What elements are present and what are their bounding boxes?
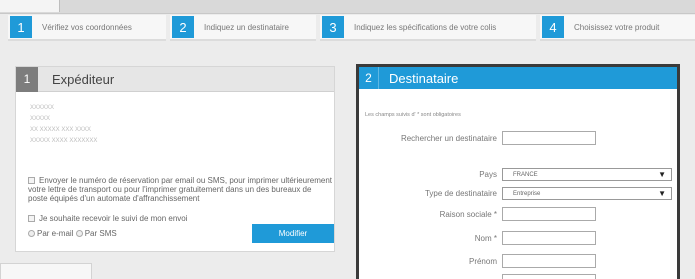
prenom-label: Prénom — [468, 256, 497, 266]
nom-row: Nom * — [359, 231, 596, 245]
modifier-button[interactable]: Modifier — [252, 224, 334, 243]
next-field-input[interactable] — [502, 274, 596, 279]
step-tabs: 1 Vérifiez vos coordonnées 2 Indiquez un… — [8, 15, 695, 41]
pays-select[interactable]: FRANCE ▼ — [502, 168, 672, 181]
step-number: 4 — [542, 16, 564, 38]
top-tab-fragment[interactable] — [0, 0, 60, 12]
destinataire-header: 2 Destinataire — [359, 67, 677, 89]
type-label: Type de destinataire — [424, 189, 497, 198]
radio-sms[interactable] — [75, 230, 83, 238]
step-2-tab[interactable]: 2 Indiquez un destinataire — [170, 15, 316, 41]
destinataire-panel: 2 Destinataire Les champs suivis d' * so… — [356, 64, 680, 279]
address-line: XX XXXXX XXX XXXX — [30, 127, 92, 133]
expediteur-header: 1 Expéditeur — [16, 66, 334, 92]
nom-input[interactable] — [502, 231, 596, 245]
step-label: Choisissez votre produit — [574, 22, 660, 32]
pays-row: Pays FRANCE ▼ — [359, 168, 672, 181]
step-number: 3 — [322, 16, 344, 38]
expediteur-step-number: 1 — [16, 66, 38, 92]
option-suivi-label: Je souhaite recevoir le suivi de mon env… — [39, 214, 188, 223]
step-3-tab[interactable]: 3 Indiquez les spécifications de votre c… — [320, 15, 536, 41]
step-number: 1 — [10, 16, 32, 38]
raison-sociale-input[interactable] — [502, 207, 596, 221]
step-4-tab[interactable]: 4 Choisissez votre produit — [540, 15, 695, 41]
raison-row: Raison sociale * — [359, 207, 596, 221]
search-recipient-input[interactable] — [502, 131, 596, 145]
required-note: Les champs suivis d' * sont obligatoires — [365, 112, 461, 118]
suivi-checkbox[interactable] — [28, 215, 35, 223]
prenom-input[interactable] — [502, 254, 596, 268]
type-select[interactable]: Entreprise ▼ — [502, 187, 672, 200]
destinataire-form: Les champs suivis d' * sont obligatoires… — [359, 89, 677, 279]
search-row: Rechercher un destinataire — [359, 131, 596, 145]
address-line: XXXXXX — [30, 105, 55, 111]
expediteur-panel: 1 Expéditeur XXXXXX XXXXX XX XXXXX XXX X… — [15, 66, 335, 252]
top-nav-strip — [0, 0, 695, 14]
option-sms-email: Envoyer le numéro de réservation par ema… — [28, 176, 333, 203]
next-row — [359, 274, 596, 279]
destinataire-step-number: 2 — [359, 67, 379, 89]
raison-label: Raison sociale * — [439, 209, 497, 219]
radio-email-label: Par e-mail — [37, 229, 74, 238]
type-value: Entreprise — [513, 190, 541, 197]
dropdown-arrow-icon: ▼ — [658, 170, 666, 179]
step-label: Vérifiez vos coordonnées — [42, 22, 132, 32]
step-label: Indiquez les spécifications de votre col… — [354, 22, 497, 32]
step-1-tab[interactable]: 1 Vérifiez vos coordonnées — [8, 15, 166, 41]
page: 1 Vérifiez vos coordonnées 2 Indiquez un… — [0, 0, 695, 279]
option-suivi: Je souhaite recevoir le suivi de mon env… — [28, 214, 188, 223]
address-line: XXXXX — [30, 116, 51, 122]
radio-email[interactable] — [28, 230, 35, 238]
pays-label: Pays — [479, 170, 497, 179]
search-label: Rechercher un destinataire — [400, 133, 497, 143]
dropdown-arrow-icon: ▼ — [658, 189, 666, 198]
radio-sms-label: Par SMS — [84, 229, 117, 238]
sender-address: XXXXXX XXXXX XX XXXXX XXX XXXX XXXXX XXX… — [30, 103, 97, 147]
destinataire-title: Destinataire — [389, 70, 459, 86]
type-row: Type de destinataire Entreprise ▼ — [359, 187, 672, 200]
notification-radios: Par e-mail Par SMS — [28, 229, 117, 238]
lower-panel-fragment — [0, 263, 92, 279]
nom-label: Nom * — [474, 233, 497, 243]
step-label: Indiquez un destinataire — [204, 22, 289, 32]
option-sms-email-label: Envoyer le numéro de réservation par ema… — [28, 176, 333, 203]
step-number: 2 — [172, 16, 194, 38]
address-line: XXXXX XXXX XXXXXXX — [30, 138, 98, 144]
prenom-row: Prénom — [359, 254, 596, 268]
expediteur-title: Expéditeur — [52, 71, 115, 87]
pays-value: FRANCE — [513, 171, 538, 178]
sms-email-checkbox[interactable] — [28, 177, 35, 185]
